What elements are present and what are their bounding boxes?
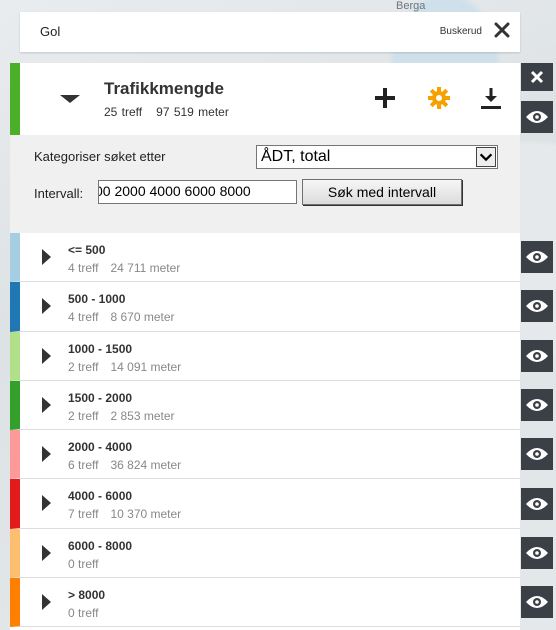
category-label: 6000 - 8000 [68, 538, 133, 553]
categorize-label: Kategoriser søket etter [34, 149, 166, 164]
category-summary: 4 treff 8 670 meter [68, 310, 175, 324]
category-summary: 7 treff 10 370 meter [68, 507, 181, 521]
category-visibility-button[interactable] [521, 241, 553, 273]
category-length: 36 824 meter [110, 458, 182, 473]
layer-header[interactable]: Trafikkmengde 25 treff 97 519 meter [10, 63, 520, 135]
eye-icon[interactable] [525, 594, 549, 610]
category-visibility-button[interactable] [521, 339, 553, 372]
expand-caret-icon[interactable] [42, 544, 51, 561]
category-visibility-button[interactable] [521, 487, 553, 520]
layer-visibility-button[interactable] [521, 101, 553, 133]
expand-caret-icon[interactable] [42, 347, 51, 364]
category-visibility-button[interactable] [521, 438, 553, 471]
layer-panel: Trafikkmengde 25 treff 97 519 meter Kate… [10, 63, 520, 630]
category-label: 1000 - 1500 [68, 341, 133, 356]
search-region: Buskerud [439, 26, 482, 37]
category-summary: 2 treff 14 091 meter [68, 360, 181, 374]
category-summary: 2 treff 2 853 meter [68, 409, 175, 423]
eye-icon[interactable] [525, 298, 549, 314]
category-hits: 6 treff [68, 458, 99, 473]
category-visibility-button[interactable] [521, 536, 553, 569]
add-icon[interactable] [372, 85, 398, 111]
layer-length: 97 519 meter [156, 105, 229, 119]
category-label: 2000 - 4000 [68, 440, 133, 455]
category-row[interactable]: 4000 - 6000 7 treff 10 370 meter [10, 479, 520, 529]
close-panel-button[interactable] [521, 63, 553, 91]
expand-caret-icon[interactable] [42, 594, 51, 611]
interval-label: Intervall: [34, 186, 84, 201]
category-hits: 2 treff [68, 408, 99, 423]
category-list: <= 500 4 treff 24 711 meter 500 - 1000 4 tre… [10, 233, 520, 628]
category-row[interactable]: 1500 - 2000 2 treff 2 853 meter [10, 380, 520, 431]
category-label: 500 - 1000 [68, 292, 126, 307]
category-hits: 4 treff [68, 310, 99, 325]
layer-hits: 25 treff [104, 105, 143, 119]
category-length: 2 853 meter [110, 408, 175, 423]
category-hits: 7 treff [68, 507, 99, 522]
category-row[interactable]: 500 - 1000 4 treff 8 670 meter [10, 282, 520, 332]
category-label: 1500 - 2000 [68, 390, 133, 405]
expand-caret-icon[interactable] [42, 298, 51, 315]
category-summary: 6 treff 36 824 meter [68, 458, 181, 472]
expand-caret-icon[interactable] [42, 396, 51, 413]
search-bar[interactable]: Gol Buskerud [20, 12, 520, 52]
category-visibility-button[interactable] [521, 388, 553, 421]
collapse-caret-icon[interactable] [60, 95, 80, 103]
expand-caret-icon[interactable] [42, 495, 51, 512]
eye-icon[interactable] [525, 545, 549, 561]
eye-icon[interactable] [525, 496, 549, 512]
search-query[interactable]: Gol [40, 24, 60, 39]
close-search-icon[interactable] [492, 20, 512, 40]
category-visibility-button[interactable] [521, 290, 553, 323]
download-icon[interactable] [478, 85, 504, 111]
category-label: 4000 - 6000 [68, 489, 133, 504]
eye-icon[interactable] [525, 348, 549, 364]
eye-icon[interactable] [525, 109, 549, 125]
category-row[interactable]: 6000 - 8000 0 treff [10, 528, 520, 579]
layer-title: Trafikkmengde [104, 79, 224, 98]
category-label: <= 500 [68, 243, 106, 257]
category-row[interactable]: 2000 - 4000 6 treff 36 824 meter [10, 430, 520, 480]
eye-icon[interactable] [525, 446, 549, 462]
category-length: 14 091 meter [110, 359, 182, 374]
category-length: 24 711 meter [110, 261, 181, 275]
gear-icon[interactable] [426, 85, 452, 111]
categorize-select[interactable]: ÅDT, total [256, 145, 498, 169]
search-interval-button[interactable]: Søk med intervall [302, 179, 462, 205]
chevron-down-icon[interactable] [476, 147, 496, 167]
map-label: Berga [396, 0, 426, 12]
category-label: > 8000 [68, 588, 106, 603]
category-summary: 0 treff [68, 557, 98, 571]
categorize-selected: ÅDT, total [261, 148, 331, 165]
category-hits: 4 treff [68, 261, 99, 275]
category-length: 8 670 meter [110, 310, 175, 325]
expand-caret-icon[interactable] [42, 249, 51, 265]
interval-value: 00 2000 4000 6000 8000 [98, 183, 251, 199]
close-icon[interactable] [529, 69, 545, 85]
layer-summary: 25 treff 97 519 meter [104, 105, 229, 119]
category-row[interactable]: <= 500 4 treff 24 711 meter [10, 233, 520, 283]
interval-input[interactable]: 00 2000 4000 6000 8000 [98, 180, 297, 204]
category-hits: 0 treff [68, 606, 99, 621]
filter-section: Kategoriser søket etter ÅDT, total Inter… [10, 135, 520, 233]
eye-icon[interactable] [525, 397, 549, 413]
category-row[interactable]: > 8000 0 treff [10, 578, 520, 628]
category-hits: 2 treff [68, 359, 99, 374]
category-summary: 0 treff [68, 606, 98, 620]
category-length: 10 370 meter [110, 507, 182, 522]
category-summary: 4 treff 24 711 meter [68, 261, 180, 275]
category-hits: 0 treff [68, 556, 99, 571]
expand-caret-icon[interactable] [42, 446, 51, 463]
category-row[interactable]: 1000 - 1500 2 treff 14 091 meter [10, 331, 520, 381]
eye-icon[interactable] [525, 249, 549, 265]
category-visibility-button[interactable] [521, 586, 553, 619]
